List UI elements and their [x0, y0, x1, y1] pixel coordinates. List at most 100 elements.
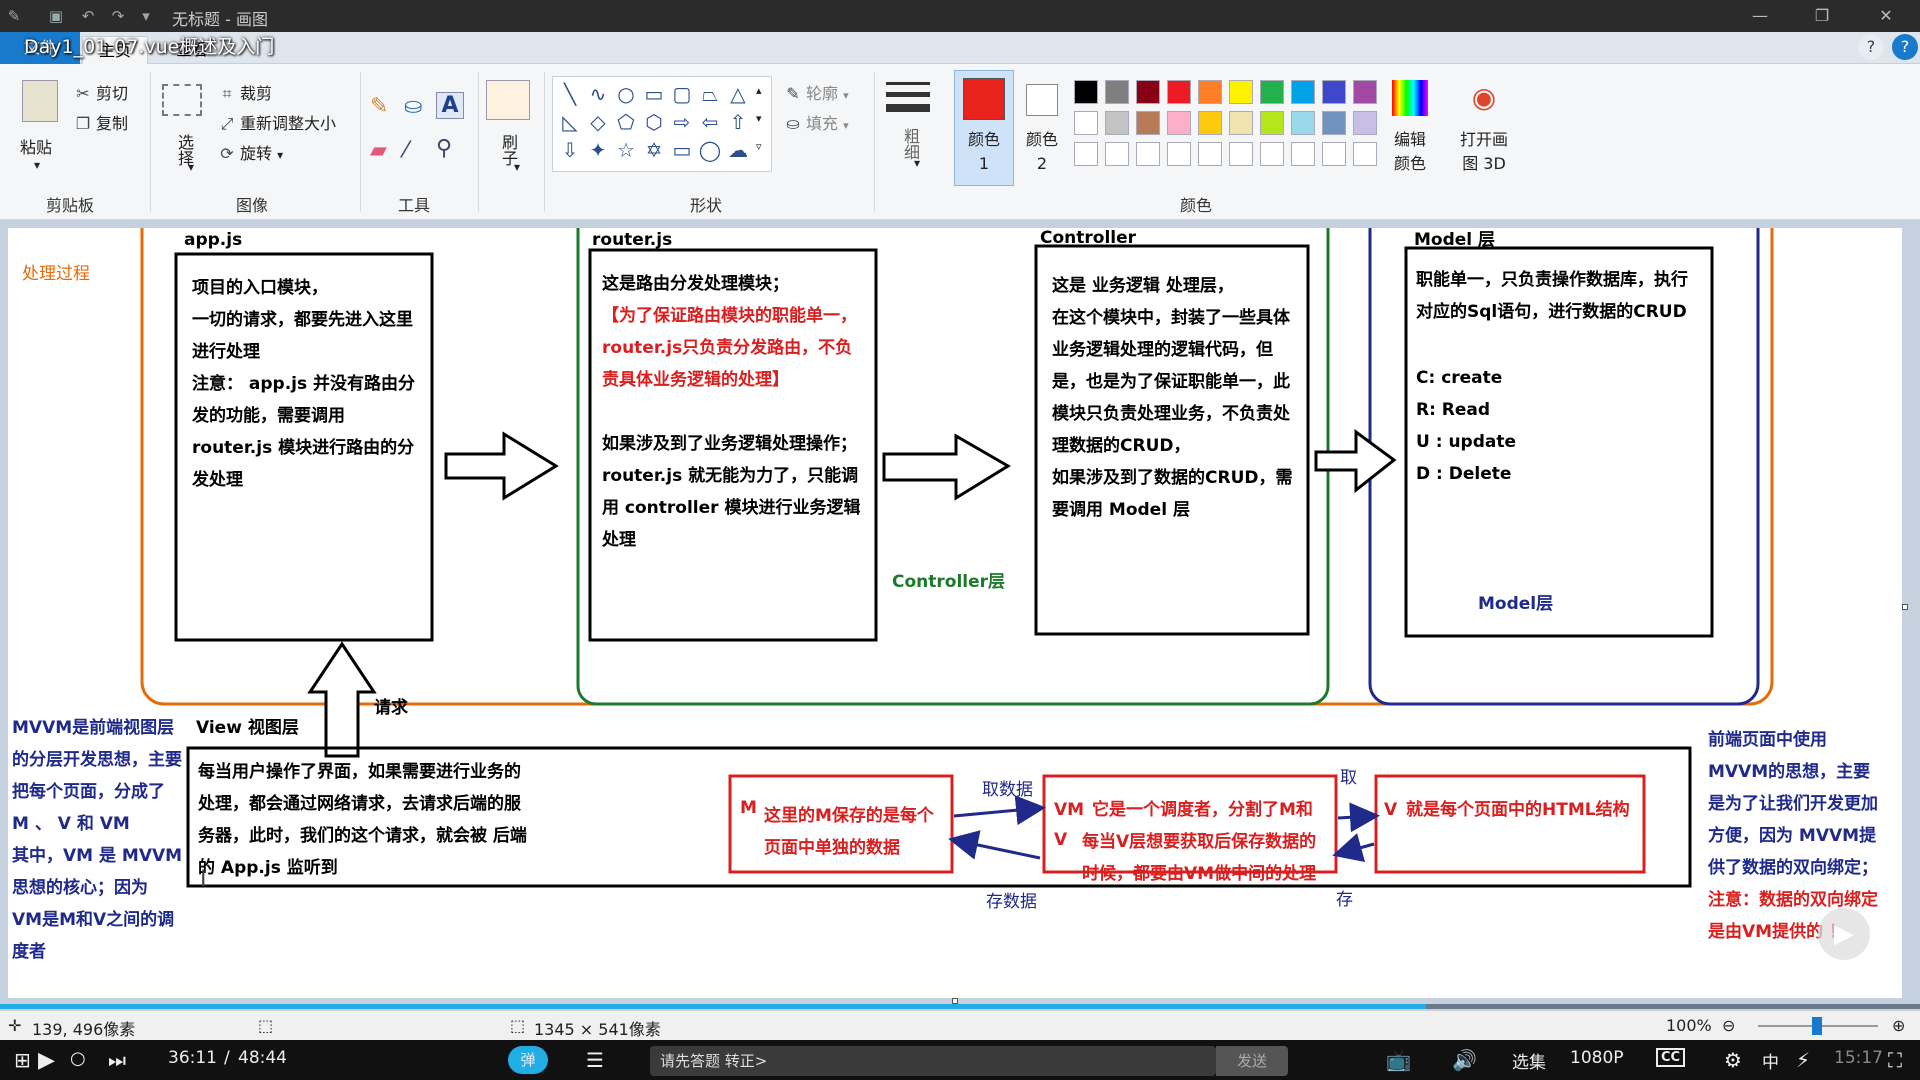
- size-icon[interactable]: [886, 82, 930, 85]
- brush-icon[interactable]: [486, 80, 530, 120]
- fill-button[interactable]: ⛀ 填充 ▾: [784, 110, 849, 134]
- crop-button[interactable]: ⌗ 裁剪: [218, 80, 272, 104]
- size-icon[interactable]: [886, 104, 930, 112]
- episodes-button[interactable]: 选集: [1512, 1048, 1546, 1073]
- rounded-rectangle-shape-icon[interactable]: ▢: [670, 82, 694, 106]
- polygon-shape-icon[interactable]: ⏢: [698, 82, 722, 106]
- palette-swatch[interactable]: [1353, 80, 1377, 104]
- palette-swatch[interactable]: [1322, 80, 1346, 104]
- zoom-out-button[interactable]: ⊖: [1722, 1016, 1735, 1035]
- palette-swatch[interactable]: [1074, 111, 1098, 135]
- rectangle-shape-icon[interactable]: ▭: [642, 82, 666, 106]
- next-button[interactable]: ⏭: [108, 1048, 126, 1072]
- danmaku-toggle[interactable]: 弹: [508, 1046, 548, 1074]
- custom-color-slot[interactable]: [1291, 142, 1315, 166]
- palette-swatch[interactable]: [1322, 111, 1346, 135]
- resize-button[interactable]: ⤢ 重新调整大小: [218, 110, 336, 134]
- color2-swatch[interactable]: [1026, 84, 1058, 116]
- custom-color-slot[interactable]: [1074, 142, 1098, 166]
- shapes-more-icon[interactable]: ▿: [756, 140, 762, 153]
- rounded-callout-shape-icon[interactable]: ▭: [670, 138, 694, 162]
- outline-dropdown-icon[interactable]: ▾: [843, 89, 849, 102]
- minimize-button[interactable]: —: [1740, 4, 1780, 28]
- right-triangle-shape-icon[interactable]: ◺: [558, 110, 582, 134]
- undo-icon[interactable]: ↶: [78, 6, 98, 26]
- paint3d-button[interactable]: 打开画图 3D: [1456, 128, 1512, 176]
- play-button[interactable]: ▶: [38, 1048, 55, 1073]
- volume-icon[interactable]: 🔊: [1452, 1048, 1477, 1072]
- help-icon[interactable]: ?: [1892, 34, 1918, 60]
- brush-dropdown-icon[interactable]: ▾: [514, 160, 520, 174]
- edit-colors-button[interactable]: 编辑颜色: [1392, 128, 1428, 176]
- four-point-star-shape-icon[interactable]: ✦: [586, 138, 610, 162]
- shapes-scroll-down-icon[interactable]: ▾: [756, 112, 762, 125]
- palette-swatch[interactable]: [1074, 80, 1098, 104]
- custom-color-slot[interactable]: [1198, 142, 1222, 166]
- shapes-scroll-up-icon[interactable]: ▴: [756, 84, 762, 97]
- minimize-ribbon-icon[interactable]: ?: [1858, 34, 1884, 60]
- custom-color-slot[interactable]: [1322, 142, 1346, 166]
- copy-button[interactable]: ❐ 复制: [74, 110, 128, 134]
- maximize-button[interactable]: ❐: [1802, 4, 1842, 28]
- six-point-star-shape-icon[interactable]: ✡: [642, 138, 666, 162]
- oval-shape-icon[interactable]: ○: [614, 82, 638, 106]
- oval-callout-shape-icon[interactable]: ◯: [698, 138, 722, 162]
- eraser-icon[interactable]: ▰: [370, 138, 387, 163]
- paste-icon[interactable]: [22, 80, 58, 122]
- custom-color-slot[interactable]: [1136, 142, 1160, 166]
- subtitle-button[interactable]: CC: [1656, 1048, 1686, 1067]
- line-shape-icon[interactable]: ╲: [558, 82, 582, 106]
- select-dropdown-icon[interactable]: ▾: [188, 160, 194, 174]
- text-tool-icon[interactable]: A: [436, 92, 464, 119]
- settings-gear-icon[interactable]: ⚙: [1724, 1048, 1742, 1072]
- paste-dropdown-icon[interactable]: ▾: [34, 158, 40, 172]
- palette-swatch[interactable]: [1353, 111, 1377, 135]
- color1-swatch[interactable]: [963, 78, 1005, 120]
- cloud-callout-shape-icon[interactable]: ☁: [726, 138, 750, 162]
- palette-swatch[interactable]: [1229, 80, 1253, 104]
- custom-color-slot[interactable]: [1260, 142, 1284, 166]
- hexagon-shape-icon[interactable]: ⬡: [642, 110, 666, 134]
- custom-color-slot[interactable]: [1167, 142, 1191, 166]
- fill-bucket-icon[interactable]: ⛀: [404, 94, 422, 119]
- up-arrow-shape-icon[interactable]: ⇧: [726, 110, 750, 134]
- save-icon[interactable]: ▣: [46, 6, 66, 26]
- palette-swatch[interactable]: [1105, 80, 1129, 104]
- magnifier-icon[interactable]: ⚲: [436, 136, 452, 161]
- outline-button[interactable]: ✎ 轮廓 ▾: [784, 80, 849, 104]
- curve-shape-icon[interactable]: ∿: [586, 82, 610, 106]
- close-button[interactable]: ✕: [1866, 4, 1906, 28]
- palette-swatch[interactable]: [1198, 111, 1222, 135]
- windows-start-icon[interactable]: ⊞: [14, 1048, 31, 1072]
- drawing-canvas[interactable]: 处理过程 app.js 项目的入口模块， 一切的请求，都要先进入这里 进行处理 …: [8, 228, 1902, 998]
- custom-color-slot[interactable]: [1105, 142, 1129, 166]
- custom-color-slot[interactable]: [1229, 142, 1253, 166]
- search-icon[interactable]: ○: [70, 1048, 86, 1069]
- size-icon[interactable]: [886, 92, 930, 97]
- fill-dropdown-icon[interactable]: ▾: [843, 119, 849, 132]
- palette-swatch[interactable]: [1229, 111, 1253, 135]
- danmaku-settings-icon[interactable]: ☰: [586, 1048, 604, 1072]
- select-icon[interactable]: [162, 84, 202, 116]
- pentagon-shape-icon[interactable]: ⬠: [614, 110, 638, 134]
- color-picker-icon[interactable]: ⁄: [404, 138, 408, 163]
- danmaku-input[interactable]: 请先答题 转正>: [650, 1046, 1216, 1076]
- paste-button[interactable]: 粘贴: [20, 134, 52, 158]
- pencil-icon[interactable]: ✎: [370, 94, 388, 119]
- rotate-button[interactable]: ⟳ 旋转 ▾: [218, 140, 283, 164]
- send-button[interactable]: 发送: [1216, 1046, 1288, 1076]
- canvas-resize-handle[interactable]: [1902, 604, 1908, 610]
- quality-button[interactable]: 1080P: [1570, 1048, 1624, 1068]
- five-point-star-shape-icon[interactable]: ☆: [614, 138, 638, 162]
- tv-cast-icon[interactable]: 📺: [1386, 1048, 1411, 1072]
- palette-swatch[interactable]: [1105, 111, 1129, 135]
- custom-color-slot[interactable]: [1353, 142, 1377, 166]
- triangle-shape-icon[interactable]: △: [726, 82, 750, 106]
- redo-icon[interactable]: ↷: [108, 6, 128, 26]
- palette-swatch[interactable]: [1136, 80, 1160, 104]
- palette-swatch[interactable]: [1136, 111, 1160, 135]
- diamond-shape-icon[interactable]: ◇: [586, 110, 610, 134]
- color2-label[interactable]: 颜色 2: [1020, 128, 1064, 176]
- zoom-slider-thumb[interactable]: [1812, 1017, 1822, 1035]
- size-dropdown-icon[interactable]: ▾: [914, 156, 920, 170]
